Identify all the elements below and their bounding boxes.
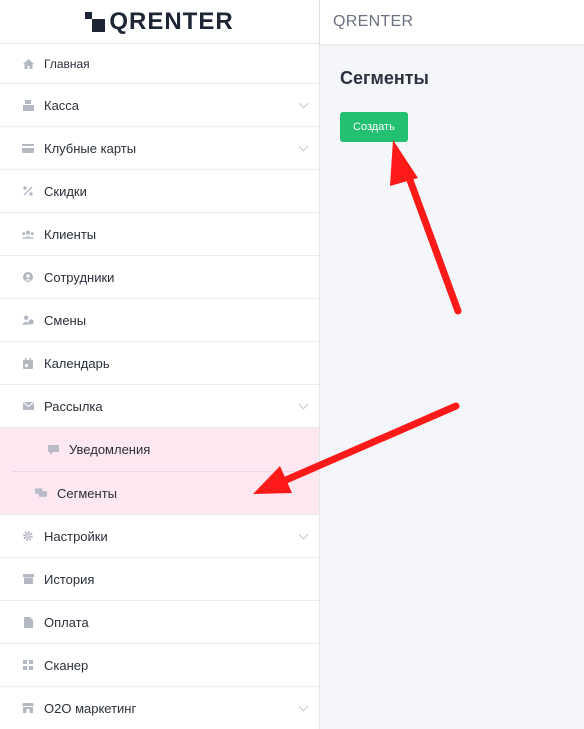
sidebar-item-label: Сканер [44,657,89,673]
sidebar-item-scanner[interactable]: Сканер [0,644,319,687]
sidebar-item-label: Скидки [44,183,87,199]
chevron-down-icon [297,142,309,154]
create-button[interactable]: Создать [340,112,408,142]
cash-register-icon [22,99,34,111]
chevron-down-icon [297,702,309,714]
sidebar-item-employees[interactable]: Сотрудники [0,256,319,299]
sidebar-item-label: Главная [44,56,90,71]
sidebar-item-label: O2O маркетинг [44,700,137,716]
sidebar-item-label: Оплата [44,614,89,630]
file-icon [22,616,34,628]
page-title: Сегменты [340,68,429,88]
sidebar-item-label: История [44,571,95,587]
grid-icon [22,659,34,671]
sidebar: QRENTER Главная Касса Клубные карты Скид… [0,0,320,729]
sidebar-item-shifts[interactable]: Смены [0,299,319,342]
users-icon [22,228,34,240]
calendar-icon [22,357,34,369]
sidebar-item-o2o-marketing[interactable]: O2O маркетинг [0,687,319,729]
envelope-icon [22,400,34,412]
home-icon [22,58,34,70]
topbar: QRENTER [320,0,584,44]
sidebar-item-history[interactable]: История [0,558,319,601]
sidebar-nav: Главная Касса Клубные карты Скидки Клиен… [0,44,319,428]
submenu-item-notifications[interactable]: Уведомления [12,428,319,471]
credit-card-icon [22,142,34,154]
sidebar-item-settings[interactable]: Настройки [0,515,319,558]
logo-text: QRENTER [109,7,234,35]
submenu-item-label: Сегменты [57,485,118,501]
sidebar-item-clients[interactable]: Клиенты [0,213,319,256]
topbar-title: QRENTER [333,13,414,30]
main-content: Сегменты Создать [320,44,584,729]
sidebar-item-label: Клубные карты [44,140,137,156]
user-clock-icon [22,314,34,326]
sidebar-item-calendar[interactable]: Календарь [0,342,319,385]
sidebar-item-label: Календарь [44,355,110,371]
archive-icon [22,573,34,585]
submenu-item-label: Уведомления [69,442,151,457]
submenu-item-segments[interactable]: Сегменты [12,471,319,514]
chevron-down-icon [297,99,309,111]
percent-icon [22,185,34,197]
sidebar-item-label: Касса [44,97,80,113]
sidebar-item-label: Сотрудники [44,269,115,285]
logo-area: QRENTER [0,0,319,44]
logo[interactable]: QRENTER [85,8,233,36]
user-circle-icon [22,271,34,283]
sidebar-nav-lower: Настройки История Оплата Сканер O2O марк… [0,515,319,729]
mailing-submenu: Уведомления Сегменты [0,428,319,515]
comments-icon [35,487,47,499]
sidebar-item-home[interactable]: Главная [0,44,319,84]
sidebar-item-club-cards[interactable]: Клубные карты [0,127,319,170]
logo-mark-icon [85,11,107,32]
sidebar-item-kassa[interactable]: Касса [0,84,319,127]
sidebar-item-discounts[interactable]: Скидки [0,170,319,213]
chevron-down-icon [297,530,309,542]
chevron-down-icon [297,400,309,412]
sidebar-item-mailing[interactable]: Рассылка [0,385,319,428]
sidebar-item-label: Настройки [44,528,108,544]
sidebar-item-payment[interactable]: Оплата [0,601,319,644]
store-icon [22,702,34,714]
sidebar-item-label: Рассылка [44,398,103,414]
sidebar-item-label: Смены [44,312,87,328]
gear-icon [22,530,34,542]
sidebar-item-label: Клиенты [44,226,97,242]
comment-icon [47,444,59,456]
